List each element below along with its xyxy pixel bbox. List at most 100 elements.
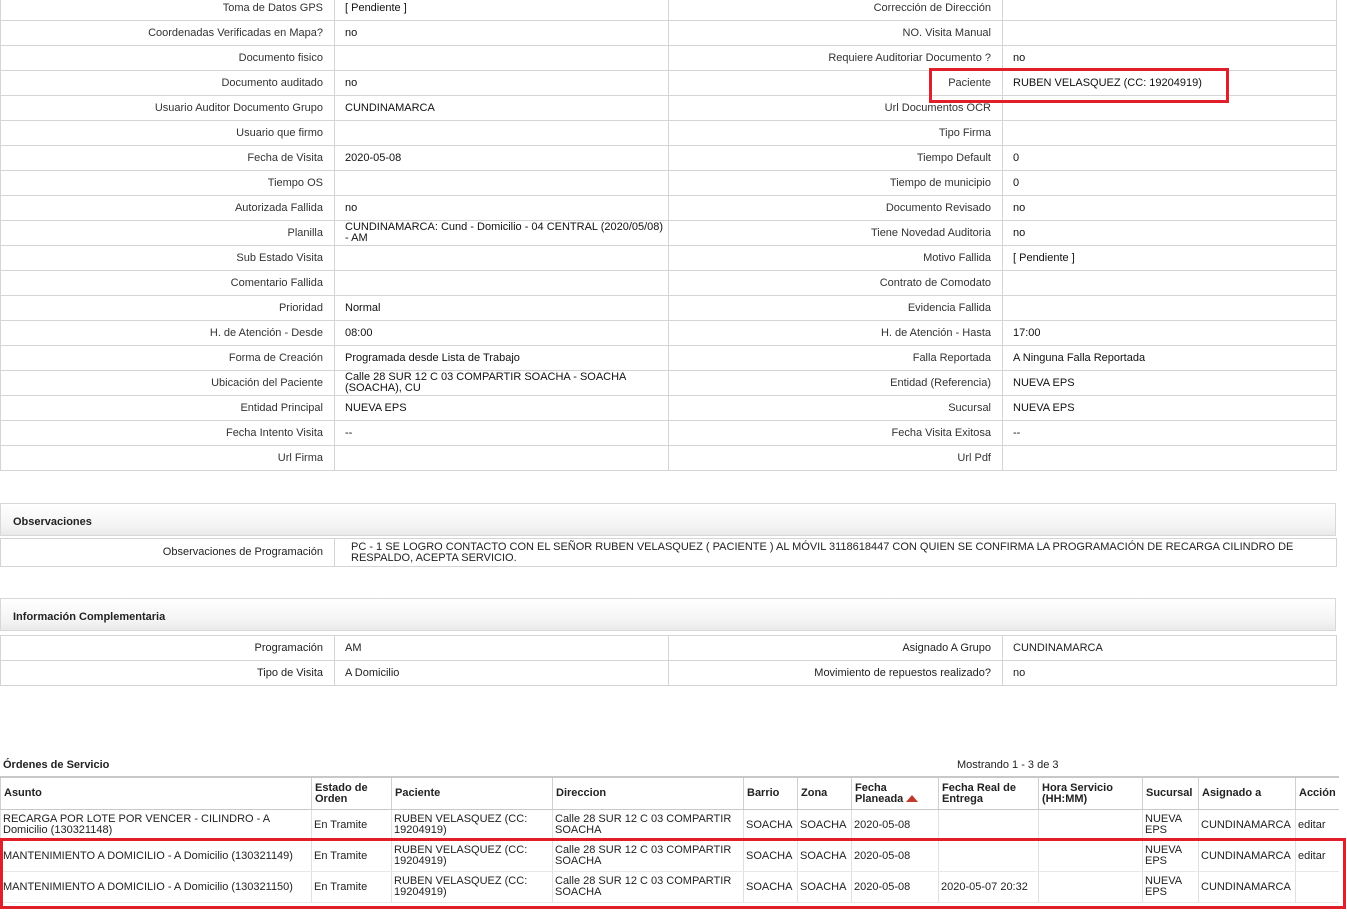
- complementaria-value: no: [1002, 660, 1337, 686]
- detail-row: Toma de Datos GPS[ Pendiente ] Corrección…: [0, 0, 1337, 21]
- edit-link[interactable]: editar: [1298, 819, 1326, 831]
- detail-label: Documento fisico: [0, 45, 335, 71]
- observaciones-table: Observaciones de Programación PC - 1 SE …: [0, 538, 1337, 567]
- detail-value: CUNDINAMARCA: Cund - Domicilio - 04 CENT…: [334, 220, 669, 246]
- column-header-label: Paciente: [395, 787, 441, 799]
- detail-label: Coordenadas Verificadas en Mapa?: [0, 20, 335, 46]
- detail-value: no: [334, 70, 669, 96]
- detail-row: Fecha de Visita 2020-05-08 Tiempo Default 0: [0, 145, 1337, 171]
- detail-label: Documento auditado: [0, 70, 335, 96]
- column-header[interactable]: Sucursal: [1142, 776, 1199, 810]
- detail-value: [1002, 445, 1337, 471]
- ordenes-title: Órdenes de Servicio: [3, 759, 110, 771]
- detail-label: Sucursal: [668, 395, 1003, 421]
- order-zona: SOACHA: [797, 840, 852, 872]
- detail-row: Planilla CUNDINAMARCA: Cund - Domicilio -…: [0, 220, 1337, 246]
- order-estado: En Tramite: [311, 809, 392, 841]
- order-zona: SOACHA: [797, 871, 852, 903]
- detail-label: Comentario Fallida: [0, 270, 335, 296]
- detail-value: NUEVA EPS: [1002, 370, 1337, 396]
- column-header[interactable]: Estado de Orden: [311, 776, 392, 810]
- detail-value: [334, 170, 669, 196]
- column-header-label: Asunto: [4, 787, 42, 799]
- detail-label: Paciente: [668, 70, 1003, 96]
- detail-row: Usuario que firmo Tipo Firma: [0, 120, 1337, 146]
- column-header[interactable]: Asignado a: [1198, 776, 1296, 810]
- detail-label: Tipo Firma: [668, 120, 1003, 146]
- detail-label: Planilla: [0, 220, 335, 246]
- detail-row: Fecha Intento Visita -- Fecha Visita Exito…: [0, 420, 1337, 446]
- column-header[interactable]: Acción: [1295, 776, 1339, 810]
- detail-value: [1002, 120, 1337, 146]
- column-header-label: Estado de Orden: [315, 781, 368, 805]
- order-asignado: CUNDINAMARCA: [1198, 871, 1296, 903]
- detail-value: [334, 270, 669, 296]
- complementaria-row: Programación AM Asignado A Grupo CUNDINAMAR…: [0, 635, 1337, 661]
- detail-label: H. de Atención - Desde: [0, 320, 335, 346]
- detail-value: Programada desde Lista de Trabajo: [334, 345, 669, 371]
- detail-value: [ Pendiente ]: [1002, 245, 1337, 271]
- column-header[interactable]: Zona: [797, 776, 852, 810]
- observaciones-section-title: Observaciones: [0, 503, 1336, 536]
- edit-link[interactable]: editar: [1298, 850, 1326, 862]
- ordenes-table: Asunto Estado de Orden Paciente Direccion Ba…: [0, 776, 1339, 903]
- column-header[interactable]: Hora Servicio (HH:MM): [1038, 776, 1143, 810]
- complementaria-label: Movimiento de repuestos realizado?: [668, 660, 1003, 686]
- detail-label: NO. Visita Manual: [668, 20, 1003, 46]
- column-header[interactable]: Direccion: [552, 776, 744, 810]
- detail-label: Sub Estado Visita: [0, 245, 335, 271]
- order-direccion: Calle 28 SUR 12 C 03 COMPARTIR SOACHA: [552, 871, 744, 903]
- detail-value: no: [1002, 220, 1337, 246]
- column-header[interactable]: Fecha Planeada: [851, 776, 939, 810]
- column-header-label: Acción: [1299, 787, 1336, 799]
- order-paciente: RUBEN VELASQUEZ (CC: 19204919): [391, 840, 553, 872]
- complementaria-value: A Domicilio: [334, 660, 669, 686]
- detail-row: Entidad Principal NUEVA EPS Sucursal NUEVA …: [0, 395, 1337, 421]
- visit-detail-table: Toma de Datos GPS[ Pendiente ] Corrección…: [0, 0, 1337, 471]
- detail-label: Entidad (Referencia): [668, 370, 1003, 396]
- column-header[interactable]: Barrio: [743, 776, 798, 810]
- order-fecha-real: 2020-05-07 20:32: [938, 871, 1039, 903]
- column-header[interactable]: Fecha Real de Entrega: [938, 776, 1039, 810]
- order-paciente: RUBEN VELASQUEZ (CC: 19204919): [391, 809, 553, 841]
- order-asunto: MANTENIMIENTO A DOMICILIO - A Domicilio …: [0, 871, 312, 903]
- detail-value: NUEVA EPS: [334, 395, 669, 421]
- detail-value: no: [1002, 195, 1337, 221]
- detail-label: Corrección de Dirección: [668, 0, 1003, 21]
- detail-value: no: [1002, 45, 1337, 71]
- sort-ascending-icon[interactable]: [906, 795, 919, 803]
- order-fecha-planeada: 2020-05-08: [851, 809, 939, 841]
- detail-row: Sub Estado Visita Motivo Fallida[ Pendien…: [0, 245, 1337, 271]
- order-hora: [1038, 809, 1143, 841]
- ordenes-count: Mostrando 1 - 3 de 3: [957, 759, 1059, 771]
- detail-label: H. de Atención - Hasta: [668, 320, 1003, 346]
- detail-value: 0: [1002, 170, 1337, 196]
- observaciones-label: Observaciones de Programación: [0, 538, 335, 567]
- order-estado: En Tramite: [311, 840, 392, 872]
- detail-value: [1002, 270, 1337, 296]
- detail-row: Comentario Fallida Contrato de Comodato: [0, 270, 1337, 296]
- detail-label: Usuario Auditor Documento Grupo: [0, 95, 335, 121]
- detail-row: H. de Atención - Desde 08:00 H. de Atenció…: [0, 320, 1337, 346]
- order-row: RECARGA POR LOTE POR VENCER - CILINDRO -…: [0, 809, 1339, 841]
- detail-value: RUBEN VELASQUEZ (CC: 19204919): [1002, 70, 1337, 96]
- order-sucursal: NUEVA EPS: [1142, 840, 1199, 872]
- detail-row: Autorizada Fallida no Documento Revisado no: [0, 195, 1337, 221]
- complementaria-value: AM: [334, 635, 669, 661]
- detail-value: --: [334, 420, 669, 446]
- detail-value: no: [334, 195, 669, 221]
- order-accion: editar: [1295, 840, 1339, 872]
- detail-value: no: [334, 20, 669, 46]
- detail-label: Tiempo OS: [0, 170, 335, 196]
- column-header-label: Fecha Planeada: [855, 781, 904, 805]
- detail-value: [ Pendiente ]: [334, 0, 669, 21]
- detail-label: Fecha de Visita: [0, 145, 335, 171]
- detail-label: Tiene Novedad Auditoria: [668, 220, 1003, 246]
- detail-row: Ubicación del Paciente Calle 28 SUR 12 C …: [0, 370, 1337, 396]
- detail-row: Prioridad Normal Evidencia Fallida: [0, 295, 1337, 321]
- detail-value: 0: [1002, 145, 1337, 171]
- order-barrio: SOACHA: [743, 871, 798, 903]
- column-header[interactable]: Asunto: [0, 776, 312, 810]
- detail-value: A Ninguna Falla Reportada: [1002, 345, 1337, 371]
- column-header[interactable]: Paciente: [391, 776, 553, 810]
